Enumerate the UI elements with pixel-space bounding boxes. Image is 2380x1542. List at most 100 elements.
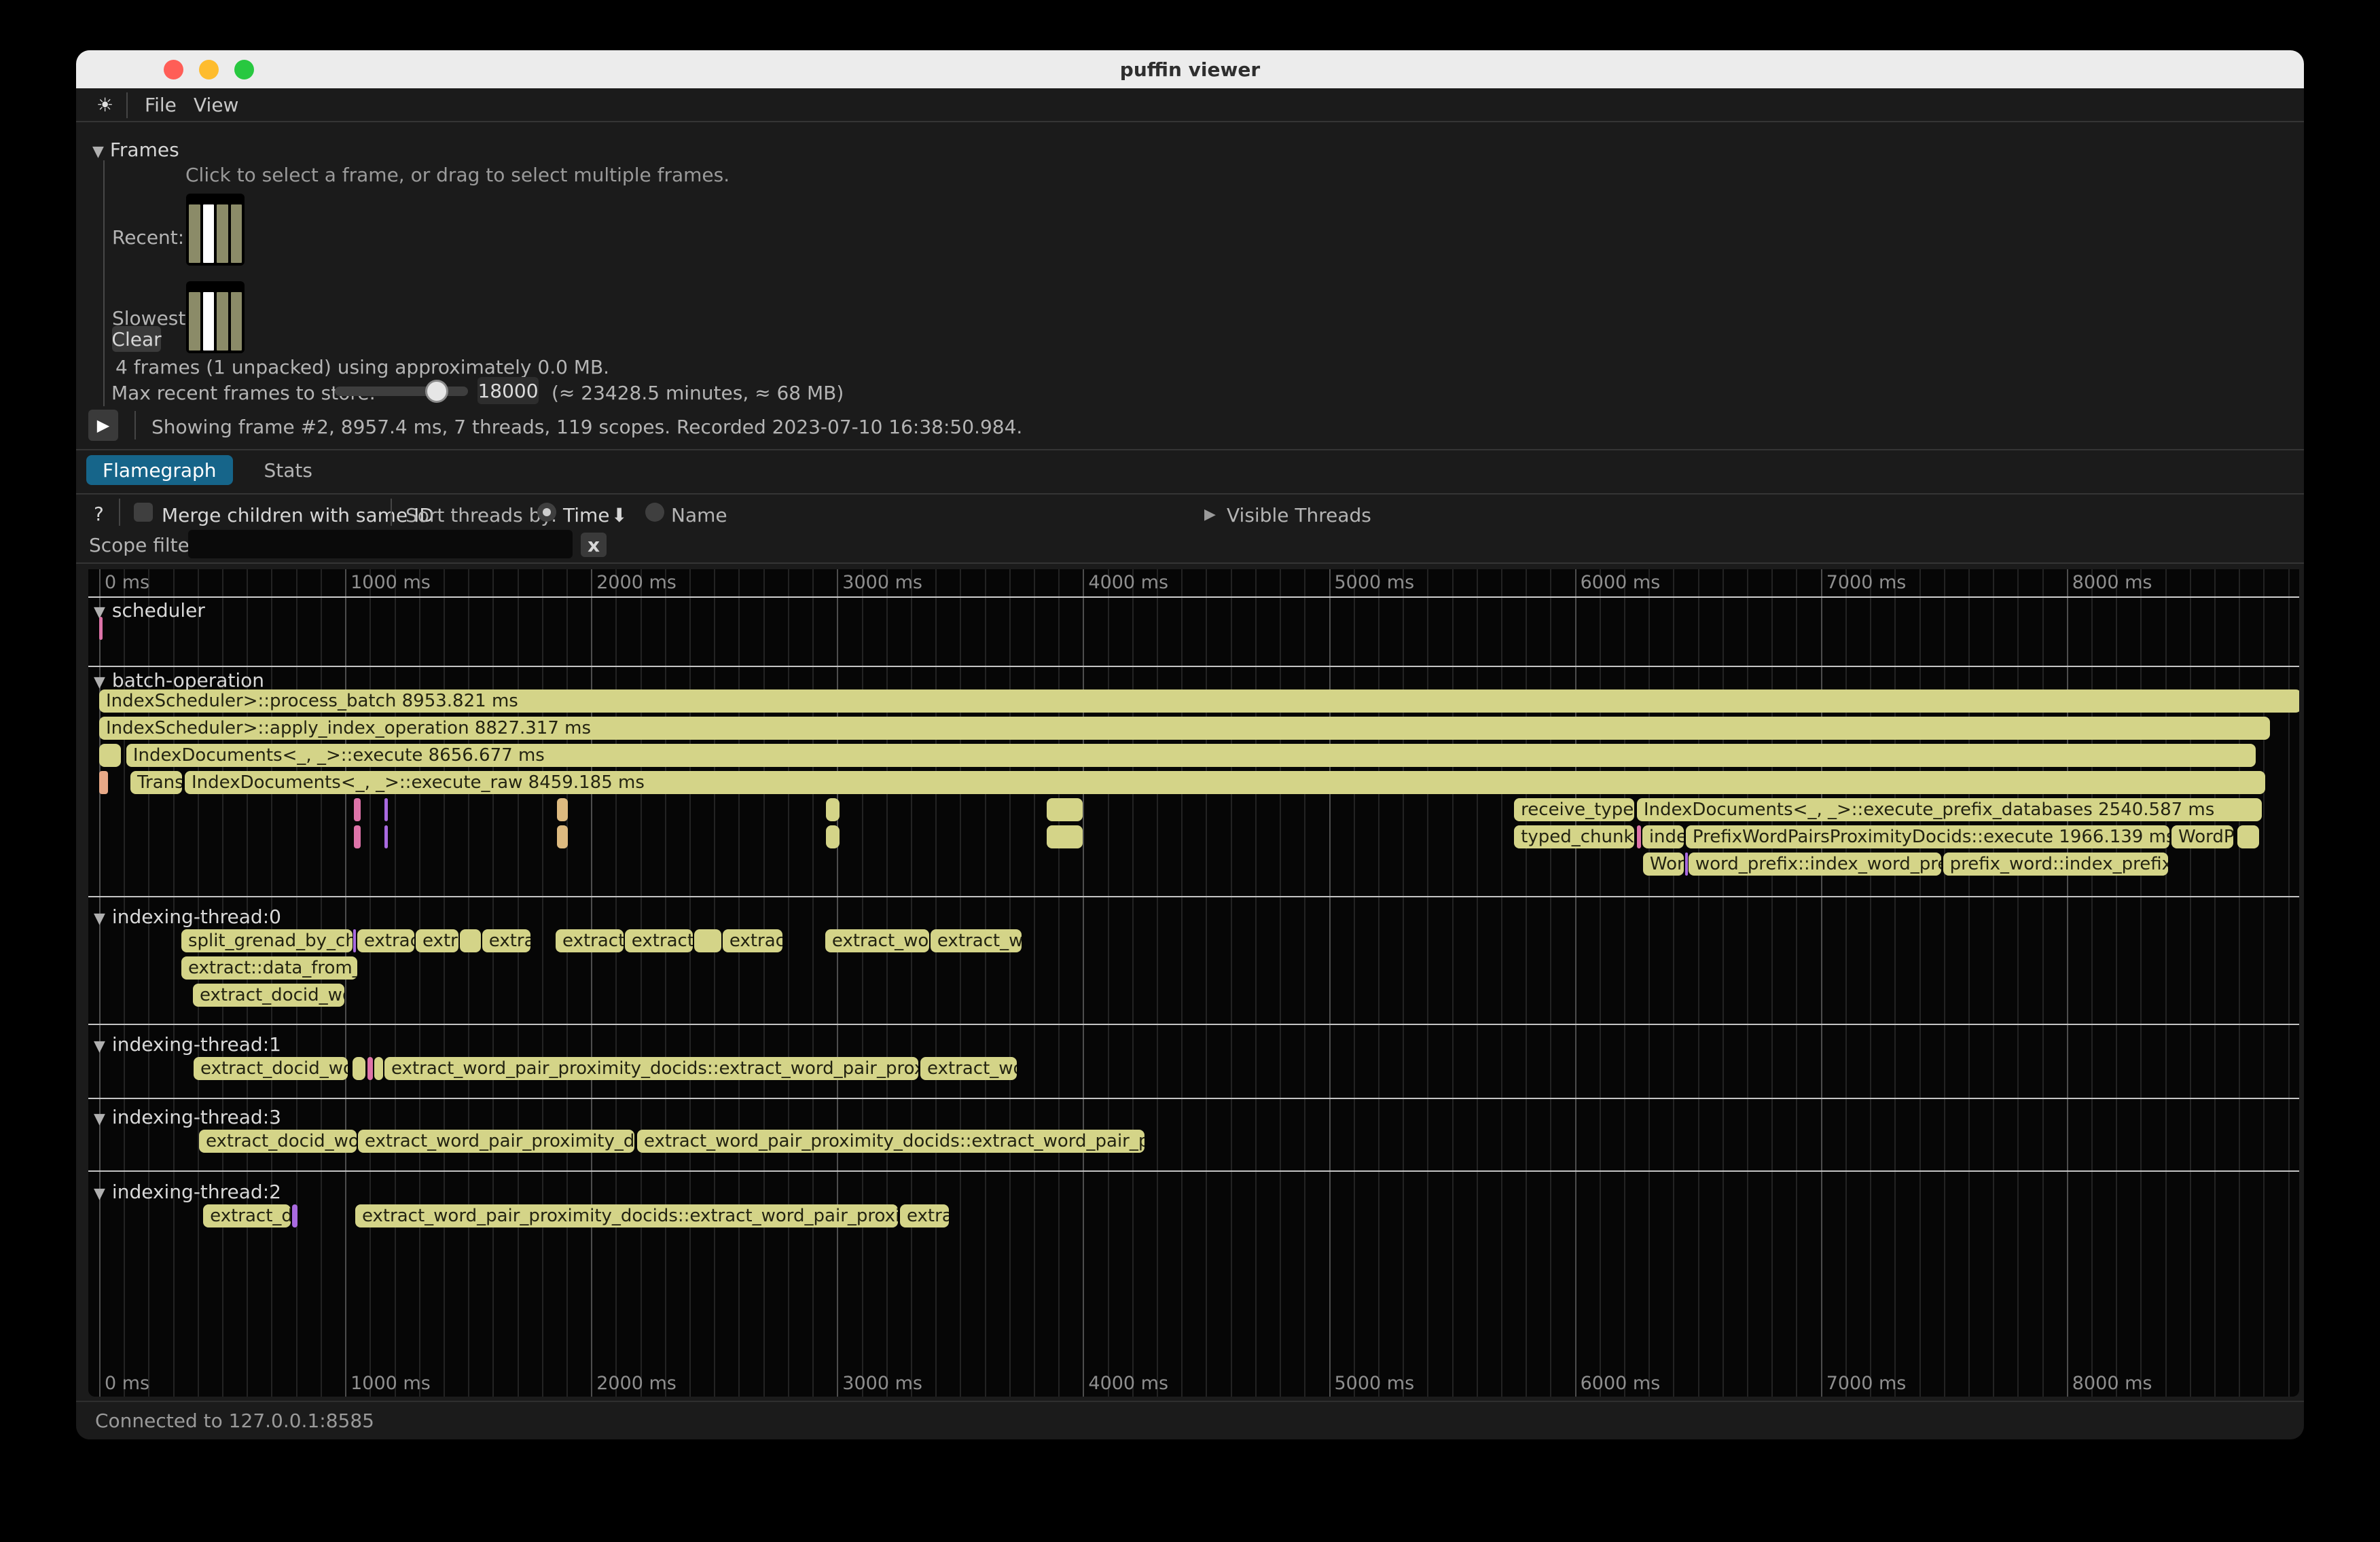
scope-bar[interactable] [353, 1057, 365, 1080]
zoom-icon[interactable] [234, 60, 254, 79]
thread-label-indexing-thread-2[interactable]: ▼indexing-thread:2 [94, 1181, 281, 1203]
scope-bar[interactable]: IndexScheduler>::apply_index_operation 8… [99, 717, 2270, 740]
slowest-frames-thumbnail[interactable] [186, 281, 245, 353]
scope-bar[interactable] [1685, 853, 1688, 876]
frame-stripe[interactable] [231, 204, 242, 263]
scope-bar[interactable]: extract_docid_wor [193, 984, 344, 1007]
menu-view[interactable]: View [194, 94, 238, 116]
scope-bar[interactable]: extract_wo [920, 1057, 1017, 1080]
scope-bar[interactable]: extract_ [556, 929, 624, 952]
frame-stripe[interactable] [203, 292, 215, 351]
scope-bar[interactable]: receive_typed_ [1514, 798, 1634, 821]
scope-bar[interactable] [99, 744, 121, 767]
thread-label-scheduler[interactable]: ▼scheduler [94, 599, 205, 622]
scope-bar[interactable]: extract_wo [931, 929, 1022, 952]
scope-bar[interactable] [384, 798, 388, 821]
scope-bar[interactable]: word_prefix::index_word_prefix_ [1689, 853, 1941, 876]
scope-bar[interactable]: extract_docid_word [199, 1130, 357, 1153]
frame-stripe[interactable] [203, 204, 215, 263]
scope-bar[interactable]: extract::data_from_ob [181, 956, 357, 980]
max-frames-slider-knob[interactable] [425, 380, 448, 403]
scope-bar[interactable]: extract [357, 929, 414, 952]
divider [76, 562, 2304, 564]
tab-stats[interactable]: Stats [248, 455, 329, 485]
thread-label-indexing-thread-3[interactable]: ▼indexing-thread:3 [94, 1106, 281, 1128]
close-icon[interactable] [164, 60, 183, 79]
scope-bar[interactable] [460, 929, 481, 952]
theme-toggle-sun-icon[interactable]: ☀ [96, 94, 113, 116]
clear-frames-button[interactable]: Clear [112, 326, 161, 352]
scope-bar[interactable]: extract_word_pair_proximity_docids::extr… [355, 1204, 898, 1227]
merge-children-checkbox[interactable] [134, 503, 153, 522]
scope-bar[interactable] [367, 1057, 373, 1080]
scope-bar[interactable]: IndexDocuments<_, _>::execute 8656.677 m… [126, 744, 2256, 767]
scope-bar[interactable]: extract [723, 929, 782, 952]
scope-bar[interactable] [354, 825, 361, 848]
scope-bar[interactable] [1637, 825, 1641, 848]
tab-flamegraph[interactable]: Flamegraph [86, 455, 233, 485]
clear-filter-button[interactable]: x [581, 533, 607, 557]
scope-bar[interactable]: WordPr [2171, 825, 2233, 848]
scope-bar[interactable] [1047, 825, 1083, 848]
scope-bar[interactable] [374, 1057, 383, 1080]
title-bar[interactable]: puffin viewer [76, 50, 2304, 88]
frame-stripe[interactable] [217, 292, 228, 351]
scope-bar[interactable] [1047, 798, 1083, 821]
scope-bar[interactable] [826, 798, 840, 821]
scope-bar[interactable] [384, 825, 388, 848]
scope-bar[interactable] [557, 798, 568, 821]
chevron-right-icon[interactable]: ▶ [1204, 506, 1216, 523]
scope-bar[interactable]: extrac [900, 1204, 949, 1227]
scope-bar[interactable]: extract_ [625, 929, 693, 952]
scope-bar[interactable] [2237, 825, 2259, 848]
scope-bar[interactable]: index [1642, 825, 1684, 848]
scope-bar[interactable] [99, 771, 108, 794]
axis-tick-label: 5000 ms [1335, 1373, 1415, 1394]
frame-stripe[interactable] [189, 292, 200, 351]
scope-bar[interactable]: IndexScheduler>::process_batch 8953.821 … [99, 689, 2299, 713]
frame-stripe[interactable] [217, 204, 228, 263]
scope-filter-input[interactable] [188, 530, 573, 558]
scope-bar[interactable] [354, 798, 361, 821]
frame-stripe[interactable] [231, 292, 242, 351]
flamegraph-canvas[interactable]: 0 ms0 ms1000 ms1000 ms2000 ms2000 ms3000… [88, 569, 2299, 1397]
play-button[interactable]: ▶ [88, 410, 118, 441]
sort-desc-arrow-icon[interactable]: ⬇ [611, 504, 627, 526]
scope-bar[interactable]: IndexDocuments<_, _>::execute_raw 8459.1… [185, 771, 2265, 794]
visible-threads-header[interactable]: Visible Threads [1227, 504, 1371, 526]
scope-bar[interactable] [353, 929, 356, 952]
thread-label-indexing-thread-1[interactable]: ▼indexing-thread:1 [94, 1033, 281, 1056]
recent-frames-thumbnail[interactable] [186, 194, 245, 266]
scope-bar[interactable]: extract_doc [203, 1204, 291, 1227]
sort-by-time-radio[interactable] [537, 503, 556, 522]
scope-bar[interactable]: prefix_word::index_prefix_wo [1943, 853, 2168, 876]
thread-label-indexing-thread-0[interactable]: ▼indexing-thread:0 [94, 906, 281, 928]
scope-bar[interactable]: extract_word_pair_proximity_docids::extr… [384, 1057, 918, 1080]
scope-bar[interactable] [826, 825, 840, 848]
scope-bar[interactable]: Trans [130, 771, 182, 794]
sort-by-name-radio[interactable] [645, 503, 664, 522]
scope-bar[interactable]: Word [1643, 853, 1684, 876]
scope-bar[interactable]: split_grenad_by_chun [181, 929, 353, 952]
scope-bar[interactable] [292, 1204, 298, 1227]
thread-label-batch-operation[interactable]: ▼batch-operation [94, 669, 264, 692]
help-button[interactable]: ? [94, 503, 104, 525]
frame-stripe[interactable] [189, 204, 200, 263]
scope-bar[interactable]: extract_word_pair_proximity_docids [358, 1130, 634, 1153]
scope-bar[interactable]: PrefixWordPairsProximityDocids::execute … [1686, 825, 2169, 848]
scope-bar[interactable] [557, 825, 568, 848]
scope-bar[interactable]: typed_chunk::w [1514, 825, 1634, 848]
scope-bar[interactable] [99, 617, 103, 640]
scope-bar[interactable]: extract_word_pair_proximity_docids::extr… [637, 1130, 1144, 1153]
scope-bar[interactable]: extract_word [825, 929, 929, 952]
scope-bar[interactable] [694, 929, 721, 952]
scope-bar[interactable]: extra [416, 929, 458, 952]
scope-bar[interactable]: IndexDocuments<_, _>::execute_prefix_dat… [1637, 798, 2262, 821]
thread-section-divider [88, 666, 2299, 667]
max-frames-value[interactable]: 18000 [477, 377, 539, 404]
frames-section-header[interactable]: ▼ Frames [92, 139, 179, 161]
scope-bar[interactable]: extract_docid_word [194, 1057, 348, 1080]
menu-file[interactable]: File [145, 94, 177, 116]
minimize-icon[interactable] [199, 60, 219, 79]
scope-bar[interactable]: extrac [482, 929, 530, 952]
